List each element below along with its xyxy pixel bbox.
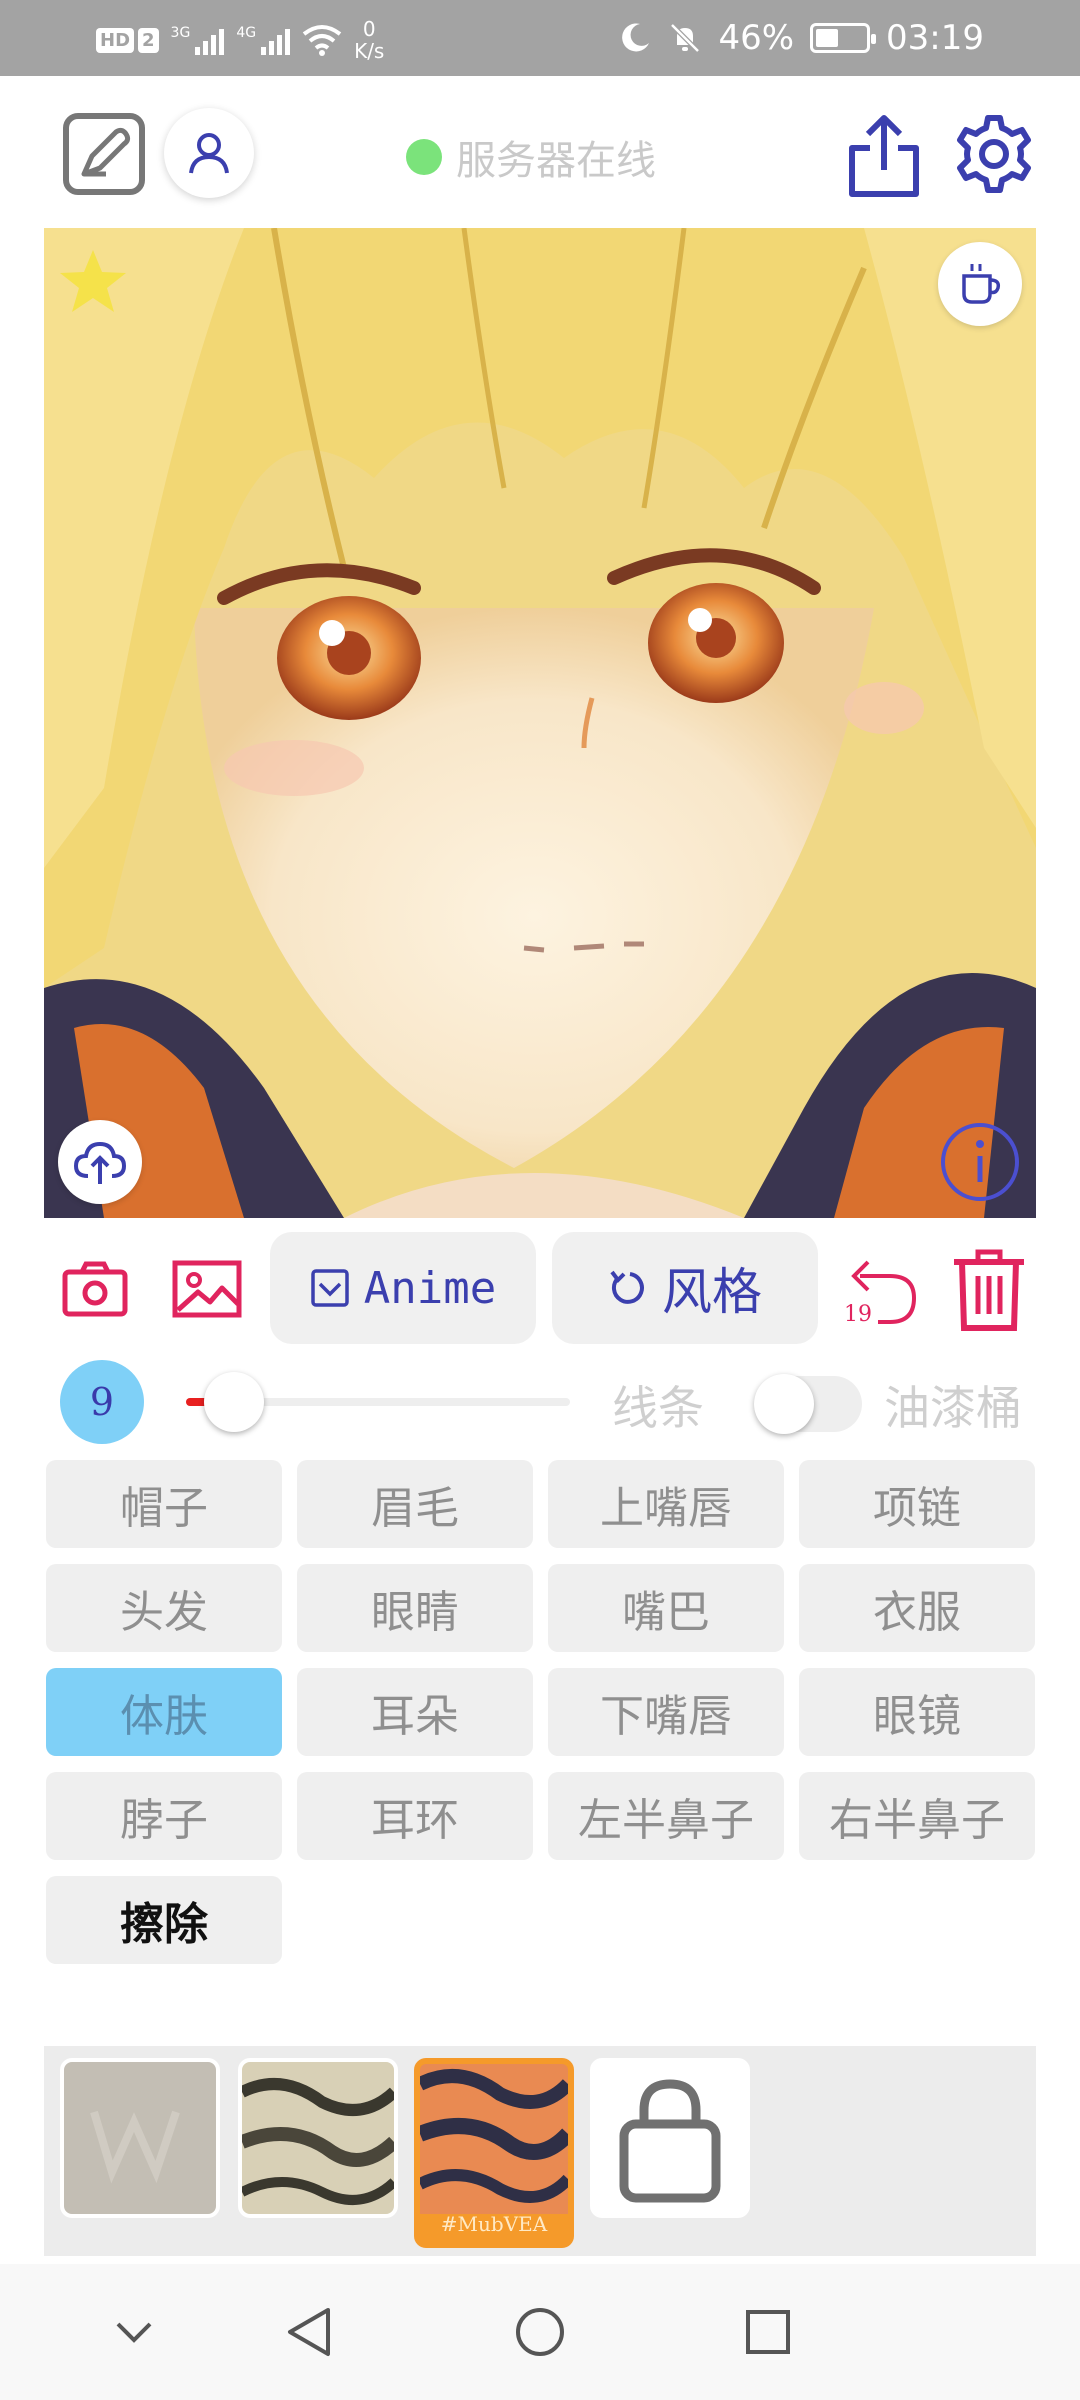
part-chip[interactable]: 衣服	[799, 1564, 1035, 1652]
image-icon	[172, 1260, 242, 1318]
action-row: Anime 风格 19	[0, 1232, 1080, 1348]
part-chip[interactable]: 项链	[799, 1460, 1035, 1548]
user-icon	[189, 133, 229, 174]
edit-button[interactable]	[62, 112, 146, 196]
clock: 03:19	[886, 18, 984, 58]
style-thumb-1[interactable]	[60, 2058, 220, 2218]
server-status: 服务器在线	[406, 128, 656, 186]
sim-label: 2	[138, 27, 159, 53]
checkbox-icon	[311, 1269, 349, 1307]
hd-badge: HD 2	[96, 27, 159, 53]
status-bar: HD 2 3G 4G 0 K/s 46% 03:19	[0, 0, 1080, 76]
upload-cloud-icon	[73, 1141, 127, 1184]
coffee-icon	[962, 264, 1001, 304]
toggle-thumb	[754, 1374, 814, 1434]
share-icon	[849, 115, 919, 197]
battery-icon	[810, 23, 877, 53]
part-chip[interactable]: 嘴巴	[548, 1564, 784, 1652]
style-thumbnails: #MubVEA	[44, 2046, 1036, 2256]
pencil-square-icon	[63, 113, 145, 195]
back-icon[interactable]	[284, 2306, 334, 2358]
anime-mode-label: Anime	[363, 1262, 497, 1314]
moon-icon	[622, 23, 650, 52]
part-chip[interactable]: 左半鼻子	[548, 1772, 784, 1860]
undo-count: 19	[844, 1302, 872, 1327]
app-screen: HD 2 3G 4G 0 K/s 46% 03:19 服务器在线 Anime 风…	[0, 0, 1080, 2400]
part-chip[interactable]: 眼镜	[799, 1668, 1035, 1756]
part-chip[interactable]: 眉毛	[297, 1460, 533, 1548]
part-chip[interactable]: 耳环	[297, 1772, 533, 1860]
part-chip[interactable]: 头发	[46, 1564, 282, 1652]
refresh-icon	[610, 1270, 644, 1304]
lines-label: 线条	[612, 1381, 704, 1435]
net-speed-value: 0	[362, 17, 376, 41]
home-icon[interactable]	[514, 2306, 566, 2358]
signal-3g-icon: 3G	[171, 25, 225, 55]
gear-icon	[957, 115, 1031, 193]
shopping-bag-icon	[619, 2079, 721, 2203]
mute-bell-icon	[670, 23, 701, 53]
brush-size-value: 9	[89, 1380, 115, 1424]
gallery-button[interactable]	[172, 1260, 242, 1318]
chevron-down-icon[interactable]	[112, 2310, 156, 2354]
info-icon	[941, 1123, 1019, 1201]
part-chip[interactable]: 上嘴唇	[548, 1460, 784, 1548]
server-status-label: 服务器在线	[456, 138, 656, 184]
brush-size-badge[interactable]: 9	[60, 1360, 144, 1444]
part-chip[interactable]: 体肤	[46, 1668, 282, 1756]
style-label: 风格	[662, 1263, 762, 1321]
anime-portrait	[44, 228, 1036, 1218]
server-status-dot	[406, 139, 442, 175]
style-thumb-3[interactable]: #MubVEA	[414, 2058, 574, 2248]
undo-button[interactable]: 19	[840, 1252, 920, 1332]
part-chip[interactable]: 右半鼻子	[799, 1772, 1035, 1860]
part-chip[interactable]: 擦除	[46, 1876, 282, 1964]
profile-button[interactable]	[164, 108, 254, 198]
camera-button[interactable]	[62, 1260, 128, 1318]
delete-button[interactable]	[950, 1248, 1028, 1334]
net-3g-label: 3G	[170, 25, 191, 41]
star-icon[interactable]	[58, 248, 128, 314]
top-toolbar: 服务器在线	[0, 76, 1080, 226]
trash-icon	[954, 1249, 1024, 1331]
pattern-thumbnail	[420, 2064, 568, 2214]
parts-grid: 帽子 眉毛 上嘴唇 项链头发 眼睛 嘴巴 衣服体肤 耳朵 下嘴唇 眼镜脖子 耳环 左半鼻子 右半鼻子擦除	[46, 1460, 1035, 1964]
bucket-toggle[interactable]	[754, 1374, 862, 1434]
wifi-icon	[302, 25, 342, 56]
recents-icon[interactable]	[744, 2308, 792, 2356]
net-speed-unit: K/s	[354, 39, 385, 63]
style-button[interactable]: 风格	[552, 1232, 818, 1344]
status-left: HD 2 3G 4G 0 K/s	[96, 18, 384, 62]
slider-thumb[interactable]	[204, 1372, 265, 1432]
style-thumb-caption: #MubVEA	[440, 2212, 548, 2236]
camera-icon	[62, 1261, 128, 1317]
part-chip[interactable]: 脖子	[46, 1772, 282, 1860]
signal-4g-icon: 4G	[236, 25, 291, 55]
part-chip[interactable]: 下嘴唇	[548, 1668, 784, 1756]
part-chip[interactable]: 耳朵	[297, 1668, 533, 1756]
anime-mode-button[interactable]: Anime	[270, 1232, 536, 1344]
share-button[interactable]	[846, 114, 922, 200]
drawing-canvas[interactable]	[44, 228, 1036, 1218]
coffee-button[interactable]	[938, 242, 1022, 326]
status-right: 46% 03:19	[618, 18, 984, 58]
system-nav-bar	[0, 2264, 1080, 2400]
info-button[interactable]	[938, 1120, 1022, 1204]
settings-button[interactable]	[952, 112, 1036, 196]
style-shop-button[interactable]	[590, 2058, 750, 2218]
style-thumb-2[interactable]	[238, 2058, 398, 2218]
pattern-thumbnail	[242, 2078, 394, 2205]
watermark-w-icon	[90, 2110, 180, 2184]
net-4g-label: 4G	[236, 25, 257, 41]
bucket-label: 油漆桶	[884, 1381, 1022, 1435]
battery-percent: 46%	[718, 18, 795, 58]
part-chip[interactable]: 帽子	[46, 1460, 282, 1548]
hd-label: HD	[96, 27, 135, 53]
upload-button[interactable]	[58, 1120, 142, 1204]
brush-row: 9 线条 油漆桶	[0, 1360, 1080, 1444]
net-speed: 0 K/s	[354, 18, 384, 62]
part-chip[interactable]: 眼睛	[297, 1564, 533, 1652]
